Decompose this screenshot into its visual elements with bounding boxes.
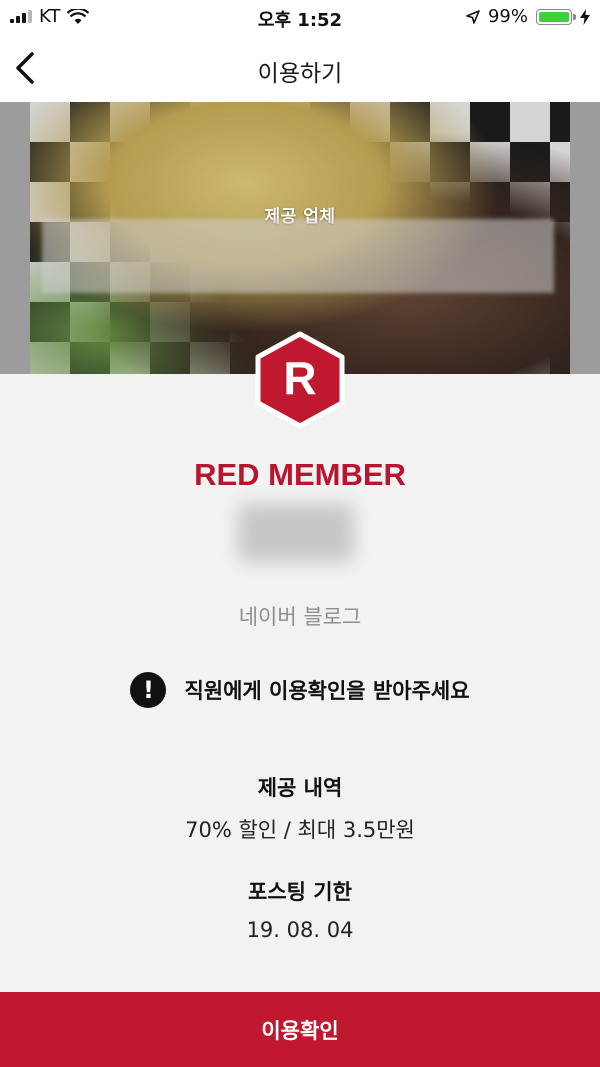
exclamation-circle-icon: ! — [130, 672, 167, 708]
charging-bolt-icon — [580, 8, 590, 25]
member-tier: RED MEMBER — [194, 457, 406, 492]
battery-icon — [536, 8, 576, 25]
wifi-icon — [67, 8, 90, 24]
posting-deadline-title: 포스팅 기한 — [248, 880, 352, 904]
page-title: 이용하기 — [257, 61, 343, 87]
offer-title: 제공 내역 — [257, 776, 343, 800]
member-name-redacted — [238, 504, 354, 562]
battery-percent: 99% — [487, 6, 528, 27]
signal-bars-icon — [10, 10, 32, 23]
offer-value: 70% 할인 / 최대 3.5만원 — [185, 818, 415, 842]
vendor-name-redacted — [42, 219, 554, 293]
staff-confirm-notice: ! 직원에게 이용확인을 받아주세요 — [0, 672, 600, 708]
badge-letter: R — [283, 352, 316, 404]
location-arrow-icon — [466, 9, 480, 24]
carrier-label: KT — [39, 6, 61, 27]
confirm-use-label: 이용확인 — [261, 1018, 339, 1043]
notice-text: 직원에게 이용확인을 받아주세요 — [184, 679, 470, 703]
back-button[interactable] — [12, 48, 48, 88]
navigation-bar: 이용하기 — [0, 34, 600, 102]
member-badge-icon: R — [255, 331, 345, 429]
platform-label: 네이버 블로그 — [238, 605, 362, 629]
chevron-left-icon — [16, 52, 34, 84]
confirm-use-button[interactable]: 이용확인 — [0, 992, 600, 1067]
posting-deadline-value: 19. 08. 04 — [246, 918, 354, 942]
status-bar: KT 오후 1:52 99% — [0, 0, 600, 34]
